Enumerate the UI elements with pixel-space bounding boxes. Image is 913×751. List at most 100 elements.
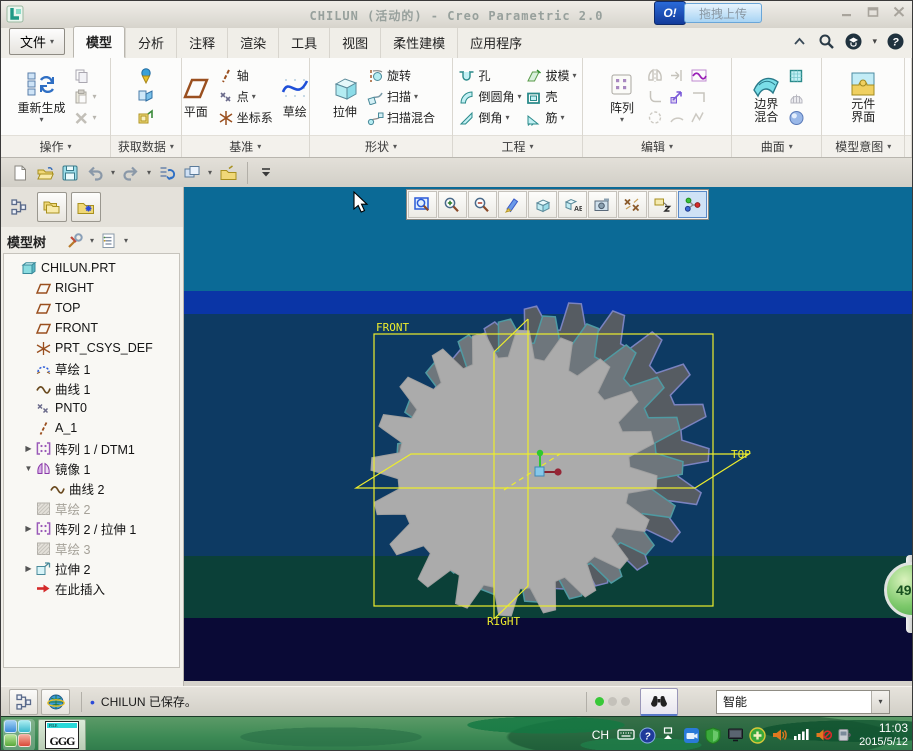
- open-button[interactable]: [36, 164, 54, 182]
- plane-button[interactable]: 平面: [178, 73, 214, 121]
- mirror-icon[interactable]: [646, 67, 664, 84]
- search-icon[interactable]: [818, 33, 835, 50]
- group-label-model-intent[interactable]: 模型意图 ▾: [822, 135, 904, 157]
- group-label-shapes[interactable]: 形状 ▾: [309, 135, 453, 157]
- tree-item[interactable]: 草绘 3: [4, 538, 179, 558]
- tree-item[interactable]: PRT_CSYS_DEF: [4, 338, 179, 358]
- merge-icon[interactable]: [690, 109, 708, 126]
- close-button[interactable]: [892, 5, 906, 18]
- tree-item[interactable]: PNT0: [4, 398, 179, 418]
- fill-button[interactable]: [788, 66, 805, 85]
- collapse-ribbon-icon[interactable]: [791, 33, 808, 50]
- intersect-icon[interactable]: [668, 109, 686, 126]
- minimize-button[interactable]: [840, 5, 854, 18]
- view-images-button[interactable]: [588, 191, 617, 218]
- display-icon[interactable]: [727, 727, 744, 743]
- annotation-display-button[interactable]: [648, 191, 677, 218]
- help-icon[interactable]: ?: [887, 33, 904, 50]
- axis-button[interactable]: 轴: [218, 66, 273, 85]
- tab-7[interactable]: 应用程序: [457, 28, 534, 58]
- tree-item[interactable]: ▶ 阵列 1 / DTM1: [4, 438, 179, 458]
- refit-button[interactable]: [408, 191, 437, 218]
- tab-0[interactable]: 模型: [73, 26, 126, 58]
- zoom-out-button[interactable]: [468, 191, 497, 218]
- keyboard-icon[interactable]: [617, 727, 635, 743]
- tree-expander[interactable]: ▶: [22, 524, 35, 533]
- shrinkwrap-button[interactable]: [137, 108, 155, 127]
- point-button[interactable]: 点 ▾: [218, 87, 273, 106]
- tab-2[interactable]: 注释: [176, 28, 227, 58]
- solidify-icon[interactable]: [646, 109, 664, 126]
- tree-item[interactable]: ▶ 阵列 2 / 拉伸 1: [4, 518, 179, 538]
- browser-button[interactable]: [41, 688, 70, 715]
- revolve-button[interactable]: 旋转: [367, 66, 435, 85]
- chamfer-button[interactable]: 倒角 ▾: [458, 108, 521, 127]
- tree-expander[interactable]: ▶: [22, 444, 35, 453]
- find-button[interactable]: [640, 687, 678, 716]
- graphics-viewport[interactable]: FRONT TOP RIGHT AB 49: [184, 187, 912, 681]
- shell-button[interactable]: 壳: [525, 87, 576, 106]
- new-button[interactable]: [11, 164, 29, 182]
- rib-button[interactable]: 筋 ▾: [525, 108, 576, 127]
- component-interface-button[interactable]: 元件界面: [845, 69, 881, 125]
- security-shield-icon[interactable]: [705, 727, 721, 745]
- selection-filter[interactable]: 智能 ▾: [716, 689, 890, 714]
- group-label-operations[interactable]: 操作 ▾: [1, 135, 111, 157]
- model-tree-tab[interactable]: [5, 193, 33, 221]
- weave-button[interactable]: [788, 87, 805, 106]
- volume-icon[interactable]: [771, 727, 787, 743]
- network-signal-icon[interactable]: [793, 727, 809, 743]
- start-button[interactable]: [3, 719, 35, 750]
- screen-capture-icon[interactable]: [683, 727, 700, 743]
- tree-expander[interactable]: ▼: [22, 464, 35, 473]
- customize-toolbar-button[interactable]: [258, 164, 276, 182]
- tree-item[interactable]: ▶ 拉伸 2: [4, 558, 179, 578]
- sweep-button[interactable]: 扫描 ▾: [367, 87, 435, 106]
- tree-settings-icon[interactable]: [66, 232, 84, 250]
- tab-3[interactable]: 渲染: [227, 28, 278, 58]
- style-button[interactable]: [788, 108, 805, 127]
- pattern-button[interactable]: 阵列 ▾: [604, 69, 640, 125]
- tab-4[interactable]: 工具: [278, 28, 329, 58]
- group-label-get-data[interactable]: 获取数据 ▾: [111, 135, 181, 157]
- datum-display-filters-button[interactable]: [618, 191, 647, 218]
- tree-filters-icon[interactable]: [100, 232, 118, 250]
- project-icon[interactable]: [690, 67, 708, 84]
- extend-icon[interactable]: [668, 67, 686, 84]
- zoom-in-button[interactable]: [438, 191, 467, 218]
- tree-item[interactable]: A_1: [4, 418, 179, 438]
- tree-item[interactable]: ▼ 镜像 1: [4, 458, 179, 478]
- thicken-icon[interactable]: [690, 88, 708, 105]
- tree-item[interactable]: 在此插入: [4, 578, 179, 598]
- windows-button[interactable]: [183, 164, 201, 182]
- help-tray-icon[interactable]: ?: [639, 727, 656, 744]
- tree-expander[interactable]: ▶: [22, 564, 35, 573]
- redo-button[interactable]: [122, 164, 140, 182]
- favorites-tab[interactable]: [71, 192, 101, 222]
- save-button[interactable]: [61, 164, 79, 182]
- round-button[interactable]: 倒圆角 ▾: [458, 87, 521, 106]
- spin-center-button[interactable]: [678, 191, 707, 218]
- selection-filter-dropdown[interactable]: ▾: [871, 690, 889, 713]
- sketch-button[interactable]: 草绘: [277, 73, 313, 121]
- paste-button[interactable]: ▾: [73, 87, 97, 106]
- close-window-button[interactable]: [219, 164, 237, 182]
- resource-center-icon[interactable]: [845, 33, 862, 50]
- group-label-surfaces[interactable]: 曲面 ▾: [732, 135, 822, 157]
- delete-button[interactable]: ▾: [73, 108, 97, 127]
- file-menu-button[interactable]: 文件 ▾: [9, 28, 66, 55]
- health-icon[interactable]: [749, 727, 766, 744]
- tree-item[interactable]: 曲线 2: [4, 478, 179, 498]
- tree-item[interactable]: 草绘 2: [4, 498, 179, 518]
- display-style-button[interactable]: [528, 191, 557, 218]
- tree-item[interactable]: TOP: [4, 298, 179, 318]
- copy-geometry-button[interactable]: [137, 87, 155, 106]
- toggle-navigator-button[interactable]: [9, 688, 38, 715]
- chevron-down-icon[interactable]: ▾: [872, 37, 877, 46]
- copy-button[interactable]: [73, 66, 97, 85]
- udf-button[interactable]: [137, 66, 155, 85]
- offset-icon[interactable]: [668, 88, 686, 105]
- taskbar-app-button[interactable]: FILE GGG: [38, 718, 86, 750]
- group-label-editing[interactable]: 编辑 ▾: [582, 135, 732, 157]
- regenerate-button[interactable]: 重新生成 ▾: [14, 69, 68, 125]
